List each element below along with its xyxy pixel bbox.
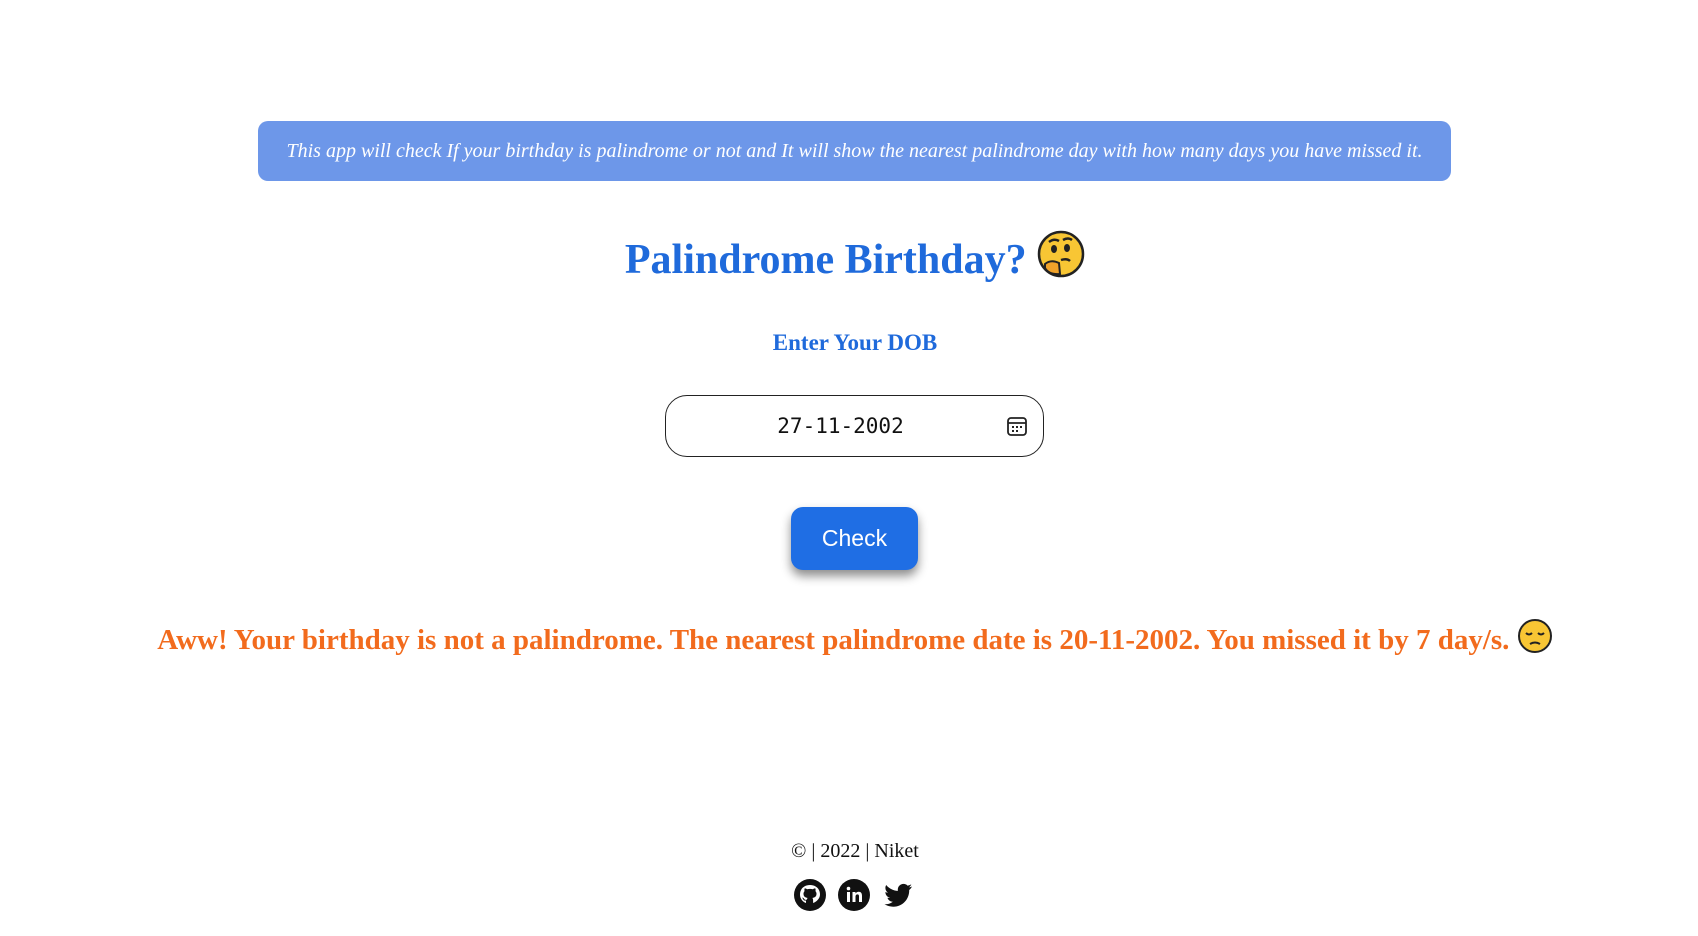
linkedin-icon[interactable] [837, 878, 871, 912]
dob-label: Enter Your DOB [772, 330, 938, 355]
page-title: Palindrome Birthday? [0, 228, 1698, 297]
result-message-text: Aww! Your birthday is not a palindrome. … [157, 624, 1510, 657]
pensive-face-emoji-icon [1517, 618, 1553, 667]
page: This app will check If your birthday is … [0, 0, 1698, 936]
calendar-icon[interactable] [1006, 415, 1028, 437]
dob-date-value: 27-11-2002 [777, 414, 904, 438]
info-banner: This app will check If your birthday is … [258, 121, 1451, 181]
social-links [793, 878, 915, 912]
footer-copyright: © | 2022 | Niket [791, 840, 919, 862]
check-button-label: Check [821, 525, 888, 551]
result-message: Aww! Your birthday is not a palindrome. … [0, 618, 1698, 667]
github-icon[interactable] [793, 878, 827, 912]
dob-date-input[interactable]: 27-11-2002 [665, 395, 1044, 457]
twitter-icon[interactable] [881, 878, 915, 912]
page-title-text: Palindrome Birthday? [624, 237, 1027, 283]
check-button[interactable]: Check [791, 507, 918, 570]
info-banner-text: This app will check If your birthday is … [286, 139, 1423, 162]
thinking-face-emoji-icon [1037, 230, 1085, 297]
